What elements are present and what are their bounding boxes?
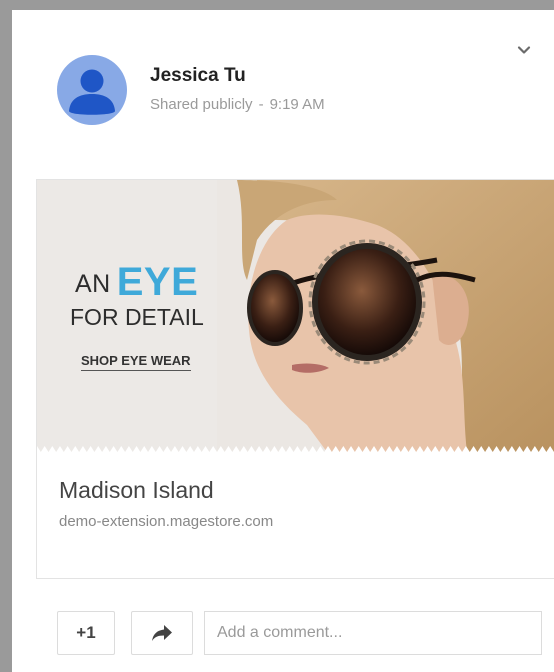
link-title[interactable]: Madison Island: [59, 477, 214, 504]
post-meta: Shared publicly -9:19 AM: [150, 96, 325, 113]
avatar[interactable]: [57, 55, 127, 125]
meta-separator: -: [258, 96, 264, 113]
share-arrow-icon: [152, 625, 172, 641]
comment-input[interactable]: [204, 611, 542, 655]
post-card: Jessica Tu Shared publicly -9:19 AM AN E…: [24, 20, 554, 672]
banner-subheadline: FOR DETAIL: [70, 304, 204, 330]
banner-headline: AN EYE: [75, 260, 198, 305]
collapse-button[interactable]: [516, 42, 532, 58]
link-preview-card[interactable]: AN EYE FOR DETAIL SHOP EYE WEAR Madison I…: [36, 179, 554, 579]
default-avatar-icon: [69, 69, 115, 115]
share-button[interactable]: [131, 611, 193, 655]
post-time[interactable]: 9:19 AM: [270, 96, 325, 113]
link-domain[interactable]: demo-extension.magestore.com: [59, 513, 273, 530]
banner-image[interactable]: AN EYE FOR DETAIL SHOP EYE WEAR: [37, 180, 554, 452]
banner-zigzag-edge: [37, 446, 554, 452]
screenshot-frame: Jessica Tu Shared publicly -9:19 AM AN E…: [0, 0, 554, 672]
shop-eye-wear-link[interactable]: SHOP EYE WEAR: [81, 353, 191, 371]
plus-one-button[interactable]: +1: [57, 611, 115, 655]
model-with-sunglasses-image: [217, 180, 554, 452]
chevron-down-icon: [517, 46, 531, 54]
author-name[interactable]: Jessica Tu: [150, 65, 246, 87]
banner-headline-prefix: AN: [75, 270, 111, 298]
banner-headline-emphasis: EYE: [116, 260, 199, 304]
visibility-label[interactable]: Shared publicly: [150, 96, 253, 113]
